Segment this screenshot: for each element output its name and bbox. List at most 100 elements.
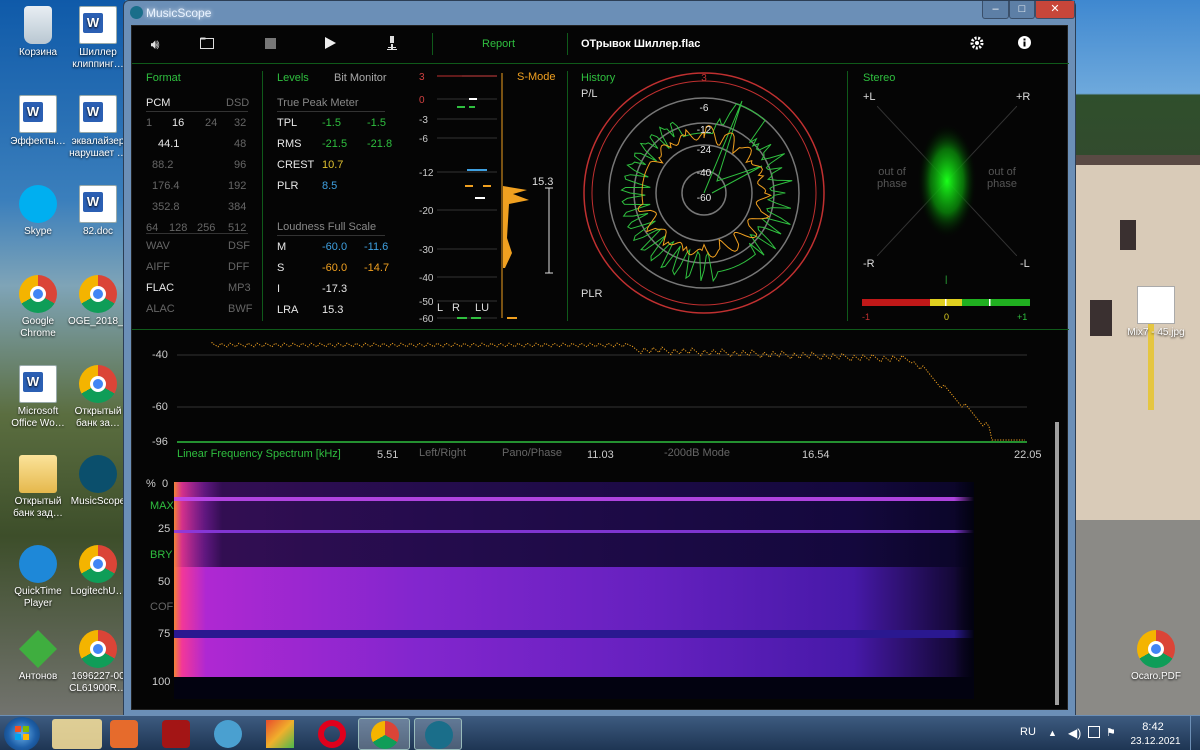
info-icon[interactable] <box>1014 36 1034 54</box>
maximize-button[interactable]: □ <box>1009 1 1035 19</box>
levels-title: Levels <box>277 72 309 84</box>
pcm-label: PCM <box>146 97 171 109</box>
report-button[interactable]: Report <box>482 38 515 50</box>
word-doc-icon <box>79 95 117 133</box>
lra-value: 15.3 <box>532 176 554 188</box>
format-mp3: MP3 <box>228 282 251 294</box>
loudness-lra-value: 15.3 <box>322 304 344 316</box>
chrome-icon <box>371 721 399 749</box>
format-bwf: BWF <box>228 303 253 315</box>
network-icon[interactable] <box>1088 726 1100 738</box>
language-indicator[interactable]: RU <box>1020 726 1036 738</box>
desktop-icon[interactable]: 1696227-00 CL61900R… <box>68 630 128 695</box>
settings-gear-icon[interactable] <box>967 36 987 54</box>
green-icon <box>19 630 57 668</box>
sonogram-label-bry: BRY <box>150 549 173 561</box>
tray-arrow-icon[interactable]: ▲ <box>1048 728 1057 738</box>
clock-time[interactable]: 8:42 <box>1128 721 1178 733</box>
chrome-icon <box>1137 630 1175 668</box>
desktop-icon[interactable]: Google Chrome <box>8 275 68 340</box>
desktop-icon[interactable]: Шиллер клиппинг… <box>68 6 128 71</box>
bit-monitor-button[interactable]: Bit Monitor <box>334 72 387 84</box>
flag-icon[interactable]: ⚑ <box>1106 726 1116 739</box>
taskbar: RU ▲ ◀) ⚑ 8:42 23.12.2021 <box>0 715 1200 750</box>
sonogram-label-25: 25 <box>158 523 171 535</box>
show-desktop-button[interactable] <box>1190 716 1200 750</box>
chrome-icon <box>19 275 57 313</box>
bit-depth-1: 1 <box>146 117 153 129</box>
speaker-icon[interactable]: ◀) <box>1068 726 1081 740</box>
left-right-mode[interactable]: Left/Right <box>419 447 466 459</box>
minimize-button[interactable]: – <box>982 1 1009 19</box>
desktop-icon-label: Ocaro.PDF <box>1130 671 1181 682</box>
desktop-icon[interactable]: Skype <box>8 185 68 238</box>
desktop-icon[interactable]: эквалайзер нарушает … <box>68 95 128 160</box>
taskbar-winrar-icon[interactable] <box>266 720 294 748</box>
taskbar-chrome-button[interactable] <box>358 718 410 750</box>
loudness-s-value: -60.0 <box>322 262 348 274</box>
dsd-rate-64: 64 <box>146 222 159 234</box>
format-flac: FLAC <box>146 282 175 294</box>
true-peak-meter-title: True Peak Meter <box>277 97 359 109</box>
desktop-icon[interactable]: Microsoft Office Wo… <box>8 365 68 430</box>
toolbar-separator <box>567 33 568 55</box>
recycle-bin-icon <box>24 6 52 44</box>
loudness-i-label: I <box>277 283 281 295</box>
open-folder-icon[interactable] <box>197 36 217 54</box>
wallpaper-building <box>1075 165 1200 545</box>
clock-date[interactable]: 23.12.2021 <box>1128 736 1183 747</box>
volume-icon[interactable]: 🔊︎ <box>145 36 165 54</box>
taskbar-musicscope-button[interactable] <box>414 718 462 750</box>
meter-scale--20: -20 <box>419 206 434 217</box>
start-button[interactable] <box>4 717 40 750</box>
taskbar-app-icon[interactable] <box>162 720 190 748</box>
s-mode-button[interactable]: S-Mode <box>517 71 556 83</box>
stereo-plus-r: +R <box>1016 91 1031 103</box>
desktop-icon[interactable]: OGE_2018_… <box>68 275 134 328</box>
corr-max: +1 <box>1017 312 1028 322</box>
vertical-scrollbar[interactable] <box>1055 422 1059 705</box>
taskbar-explorer-icon[interactable] <box>52 719 102 749</box>
desktop-icon[interactable]: Антонов <box>8 630 68 683</box>
desktop-icon[interactable]: Эффекты… <box>8 95 68 148</box>
desktop-icon[interactable]: QuickTime Player <box>8 545 68 610</box>
stop-icon[interactable] <box>260 36 280 54</box>
format-dff: DFF <box>228 261 250 273</box>
desktop-icon-label: Skype <box>24 226 52 237</box>
desktop-icon[interactable]: Корзина <box>8 6 68 59</box>
freq-tick-5: 5.51 <box>377 449 399 461</box>
chrome-icon <box>79 545 117 583</box>
history-ring--40: -40 <box>697 168 712 179</box>
taskbar-opera-icon[interactable] <box>318 720 346 748</box>
desktop-icon[interactable]: 82.doc <box>68 185 128 238</box>
desktop-icon-label: OGE_2018_… <box>68 316 134 327</box>
taskbar-media-icon[interactable] <box>110 720 138 748</box>
desktop-icon[interactable]: LogitechU… <box>68 545 128 598</box>
desktop-icon[interactable]: MusicScope <box>68 455 128 508</box>
minus-200db-mode[interactable]: -200dB Mode <box>664 447 730 459</box>
taskbar-audio-icon[interactable] <box>214 720 242 748</box>
desktop-icon[interactable]: Открытый банк за… <box>68 365 128 430</box>
musicscope-icon <box>79 455 117 493</box>
level-tpl-value: -1.5 <box>322 117 341 129</box>
sonogram <box>174 482 974 699</box>
format-title: Format <box>146 72 181 84</box>
history-ring--60: -60 <box>697 193 712 204</box>
sonogram-label-0: 0 <box>162 478 169 490</box>
microscope-icon[interactable] <box>382 36 402 54</box>
play-icon[interactable] <box>320 36 340 54</box>
musicscope-window[interactable]: MusicScope – □ ✕ 🔊︎ Report ОТрывок Шилле… <box>123 0 1076 716</box>
level-rms-value-r: -21.8 <box>367 138 393 150</box>
title-bar[interactable]: MusicScope – □ ✕ <box>124 1 1075 25</box>
desktop-icon[interactable]: Mix7 - 45.jpg <box>1126 286 1186 339</box>
windows-logo-icon <box>15 726 29 740</box>
desktop-icon[interactable]: Ocaro.PDF <box>1126 630 1186 683</box>
close-button[interactable]: ✕ <box>1035 1 1075 19</box>
format-aiff: AIFF <box>146 261 170 273</box>
meter-scale--40: -40 <box>419 273 434 284</box>
desktop-icon[interactable]: Открытый банк зад… <box>8 455 68 520</box>
sonogram-label-50: 50 <box>158 576 171 588</box>
dsd-rate-256: 256 <box>197 222 216 234</box>
sonogram-label-max: MAX <box>150 500 174 512</box>
pano-phase-mode[interactable]: Pano/Phase <box>502 447 562 459</box>
